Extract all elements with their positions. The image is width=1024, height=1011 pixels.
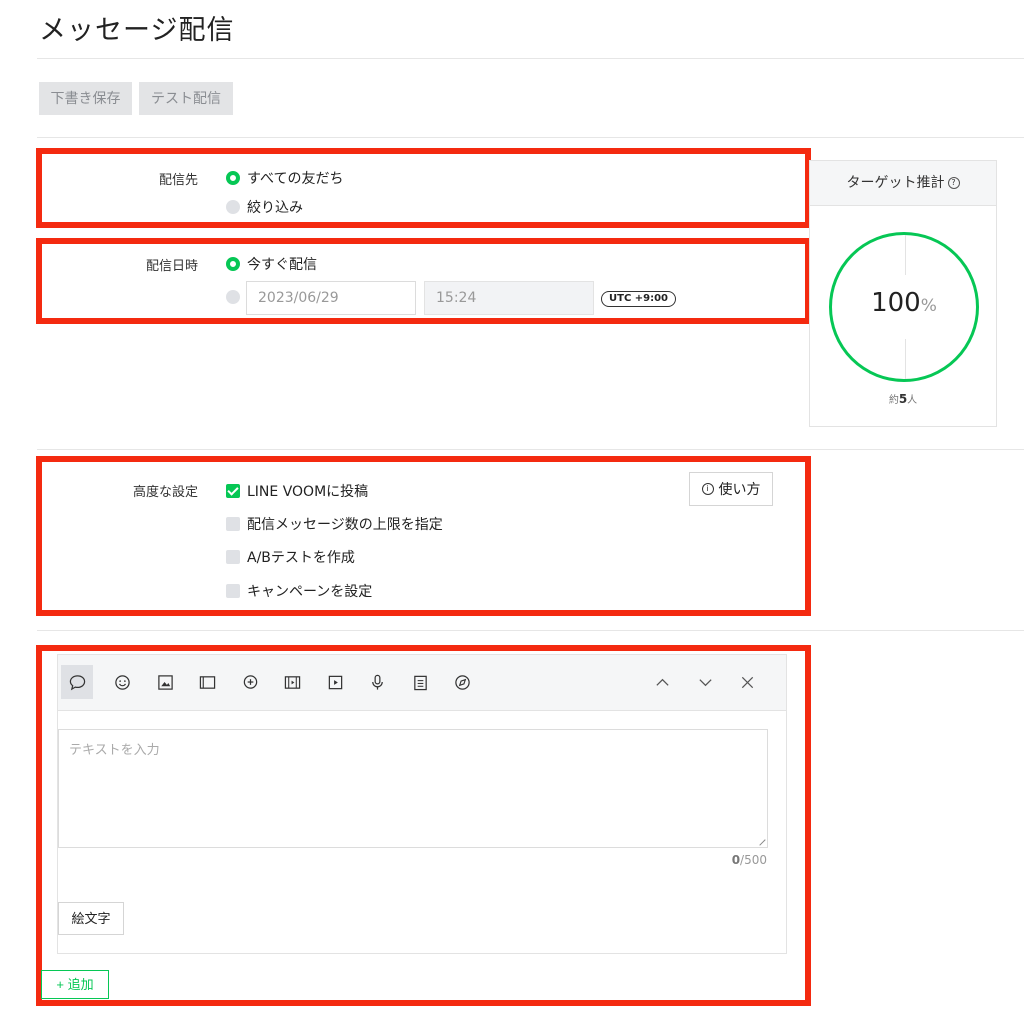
chevron-up-icon[interactable] xyxy=(646,665,678,699)
gauge-tick xyxy=(905,339,906,379)
advanced-option-abtest[interactable]: A/Bテストを作成 xyxy=(226,547,355,567)
recipient-option-filter[interactable]: 絞り込み xyxy=(226,197,303,217)
add-label: 追加 xyxy=(67,977,94,992)
close-icon[interactable] xyxy=(731,665,763,699)
target-estimate-header: ターゲット推計? xyxy=(810,161,996,206)
howto-label: 使い方 xyxy=(718,481,761,497)
advanced-option-label: 配信メッセージ数の上限を指定 xyxy=(247,517,443,533)
gauge-value: 100% xyxy=(832,288,976,318)
recipient-label: 配信先 xyxy=(158,173,198,188)
schedule-option-now[interactable]: 今すぐ配信 xyxy=(226,254,317,274)
advanced-label: 高度な設定 xyxy=(132,485,198,500)
add-message-button[interactable]: + 追加 xyxy=(41,970,109,999)
page-title: メッセージ配信 xyxy=(39,15,235,46)
schedule-now-label: 今すぐ配信 xyxy=(247,257,317,273)
smiley-icon[interactable] xyxy=(106,665,138,699)
howto-button[interactable]: i 使い方 xyxy=(689,472,773,506)
checkbox-unchecked-icon xyxy=(226,584,240,598)
recipient-option-label: 絞り込み xyxy=(247,200,303,216)
target-estimate-title: ターゲット推計 xyxy=(846,175,945,191)
recipient-option-label: すべての友だち xyxy=(247,171,344,187)
divider xyxy=(37,630,1024,631)
image-icon[interactable] xyxy=(149,665,181,699)
advanced-option-label: A/Bテストを作成 xyxy=(247,550,355,566)
character-counter: 0/500 xyxy=(732,853,767,867)
divider xyxy=(37,137,1024,138)
compass-icon[interactable] xyxy=(446,665,478,699)
timezone-badge: UTC +9:00 xyxy=(601,291,677,307)
radio-unselected-icon xyxy=(226,200,240,214)
message-text-placeholder: テキストを入力 xyxy=(69,743,160,758)
radio-unselected-icon xyxy=(226,290,240,304)
approx-prefix: 約 xyxy=(888,395,899,406)
info-icon: i xyxy=(701,483,714,495)
date-input[interactable]: 2023/06/29 xyxy=(246,281,416,315)
target-estimate-panel: ターゲット推計? 100% 約5人 xyxy=(809,160,997,427)
chat-plus-icon[interactable] xyxy=(234,665,266,699)
approx-count: 5 xyxy=(898,392,908,406)
video-play-icon[interactable] xyxy=(319,665,351,699)
checkbox-unchecked-icon xyxy=(226,517,240,531)
film-icon[interactable] xyxy=(276,665,308,699)
divider xyxy=(37,449,1024,450)
gauge-tick xyxy=(905,235,906,275)
plus-icon: + xyxy=(56,977,64,992)
target-gauge: 100% xyxy=(829,232,979,382)
test-send-button[interactable]: テスト配信 xyxy=(139,82,233,115)
advanced-option-label: キャンペーンを設定 xyxy=(247,584,373,600)
microphone-icon[interactable] xyxy=(361,665,393,699)
highlight-box xyxy=(36,148,811,228)
gauge-unit: % xyxy=(920,296,937,316)
count-current: 0 xyxy=(731,853,741,867)
time-input[interactable]: 15:24 xyxy=(424,281,594,315)
checkbox-checked-icon xyxy=(226,484,240,498)
advanced-option-campaign[interactable]: キャンペーンを設定 xyxy=(226,581,372,601)
radio-selected-icon xyxy=(226,171,240,185)
radio-selected-icon xyxy=(226,257,240,271)
clipboard-icon[interactable] xyxy=(404,665,436,699)
speech-bubble-icon[interactable] xyxy=(61,665,93,699)
recipient-option-all[interactable]: すべての友だち xyxy=(226,168,343,188)
gauge-percent: 100 xyxy=(871,288,921,318)
help-icon[interactable]: ? xyxy=(947,177,960,189)
schedule-label: 配信日時 xyxy=(145,259,198,274)
approx-suffix: 人 xyxy=(907,395,918,406)
advanced-option-limit[interactable]: 配信メッセージ数の上限を指定 xyxy=(226,514,443,534)
advanced-option-label: LINE VOOMに投稿 xyxy=(247,484,369,500)
divider xyxy=(37,58,1024,59)
target-estimate-count: 約5人 xyxy=(810,391,996,406)
message-text-input[interactable]: テキストを入力 xyxy=(58,729,768,848)
count-max: /500 xyxy=(740,853,767,867)
emoji-button[interactable]: 絵文字 xyxy=(58,902,124,935)
message-editor: テキストを入力 0/500 絵文字 xyxy=(57,654,787,954)
draft-save-button[interactable]: 下書き保存 xyxy=(39,82,132,115)
checkbox-unchecked-icon xyxy=(226,550,240,564)
card-icon[interactable] xyxy=(191,665,223,699)
resize-handle-icon[interactable] xyxy=(754,834,766,846)
schedule-option-datetime[interactable] xyxy=(226,290,247,304)
editor-toolbar xyxy=(58,655,786,711)
advanced-option-voom[interactable]: LINE VOOMに投稿 xyxy=(226,481,368,501)
chevron-down-icon[interactable] xyxy=(689,665,721,699)
